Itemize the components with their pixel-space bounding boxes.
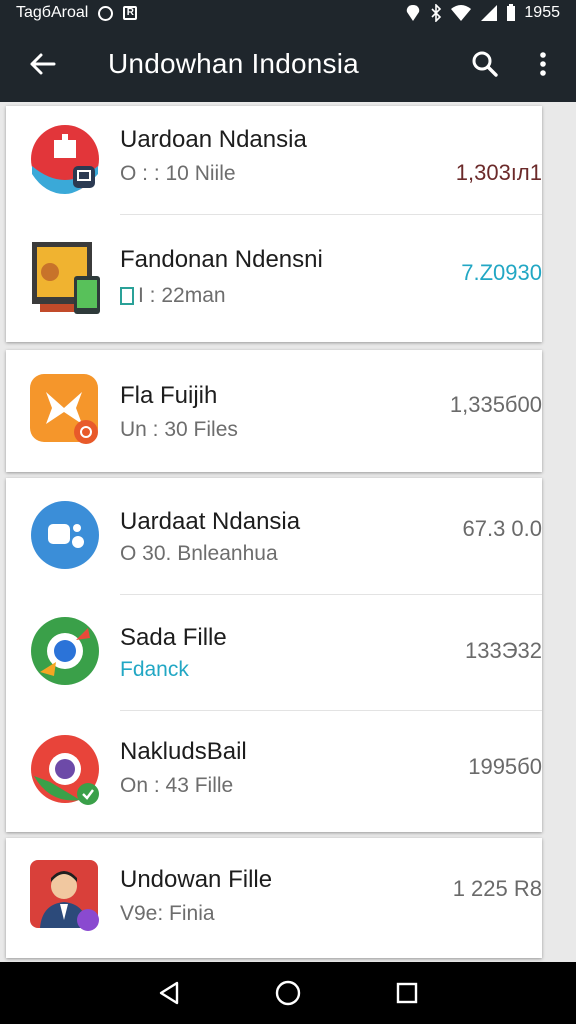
signal-icon <box>481 5 498 21</box>
bluetooth-icon <box>431 4 442 22</box>
item-subtitle: V9e: Finia <box>120 902 215 925</box>
red-app-icon <box>30 124 100 194</box>
list-item[interactable]: Undowan Fille V9e: Finia 1 225 R8 <box>6 838 542 958</box>
item-value: 1 225 R8 <box>452 876 542 901</box>
status-bar: TagбAroal R 1955 <box>0 0 576 26</box>
item-title: Uardaat Ndansia <box>120 508 301 535</box>
item-title: Fandonan Ndensni <box>120 246 323 273</box>
list-item[interactable]: Fla Fuijih Un : 30 Files 1,335б00 <box>6 350 542 472</box>
system-nav-bar <box>0 962 576 1024</box>
list-item[interactable]: Sada Fille Fdanck 133Э32 <box>6 594 542 710</box>
red-green-circle-icon <box>30 734 100 805</box>
item-title: Sada Fille <box>120 624 227 651</box>
list-item[interactable]: Uardaat Ndansia O 30. Bnleanhua 67.3 0.0 <box>6 478 542 594</box>
back-button[interactable] <box>0 26 84 102</box>
person-icon <box>30 860 100 931</box>
file-icon <box>120 287 134 305</box>
blue-chat-icon <box>30 500 100 570</box>
item-subtitle: Fdanck <box>120 658 189 681</box>
item-title: Undowan Fille <box>120 866 273 893</box>
item-title: Fla Fuijih <box>120 382 218 409</box>
recents-icon[interactable] <box>395 981 419 1005</box>
list-card: Uardoan Ndansia O : : 10 Niile 1,303ıл1 … <box>6 106 542 342</box>
item-value: 1995б0 <box>468 754 542 779</box>
search-icon <box>472 51 498 77</box>
list-card: Uardaat Ndansia O 30. Bnleanhua 67.3 0.0… <box>6 478 542 832</box>
list-card: Fla Fuijih Un : 30 Files 1,335б00 <box>6 350 542 472</box>
item-title: Uardoan Ndansia <box>120 126 307 153</box>
more-vert-icon <box>540 52 546 76</box>
list-card: Undowan Fille V9e: Finia 1 225 R8 <box>6 838 542 958</box>
clock-text: 1955 <box>524 4 560 21</box>
item-value: 1,335б00 <box>449 392 542 417</box>
battery-icon <box>507 4 516 21</box>
back-icon[interactable] <box>157 980 181 1006</box>
sync-icon <box>98 5 114 21</box>
item-subtitle-text: I : 22man <box>138 284 226 307</box>
carrier-text: TagбAroal <box>16 4 89 21</box>
item-value: 133Э32 <box>465 638 542 663</box>
wifi-icon <box>451 5 472 21</box>
item-value: 7.Z0930 <box>461 260 542 285</box>
orange-x-icon <box>30 374 100 444</box>
notification-icon: R <box>123 6 138 20</box>
list-item[interactable]: NakludsBail On : 43 Fille 1995б0 <box>6 710 542 832</box>
item-subtitle: O : : 10 Niile <box>120 162 236 185</box>
item-title: NakludsBail <box>120 738 247 765</box>
item-subtitle: I : 22man <box>120 284 226 308</box>
app-bar: Undowhan Indonsia <box>0 26 576 102</box>
location-icon <box>407 5 420 21</box>
item-value: 67.3 0.0 <box>462 516 542 541</box>
monitor-phone-icon <box>30 242 100 314</box>
item-subtitle: O 30. Bnleanhua <box>120 542 278 565</box>
item-subtitle: Un : 30 Files <box>120 418 238 441</box>
item-subtitle: On : 43 Fille <box>120 774 234 797</box>
search-button[interactable] <box>456 26 514 102</box>
list-item[interactable]: Fandonan Ndensni I : 22man 7.Z0930 <box>6 214 542 342</box>
home-icon[interactable] <box>274 979 302 1007</box>
item-value: 1,303ıл1 <box>455 160 542 185</box>
green-circle-icon <box>30 616 100 686</box>
page-title: Undowhan Indonsia <box>108 48 359 79</box>
overflow-menu-button[interactable] <box>514 26 572 102</box>
list-item[interactable]: Uardoan Ndansia O : : 10 Niile 1,303ıл1 <box>6 106 542 214</box>
arrow-left-icon <box>30 53 56 75</box>
